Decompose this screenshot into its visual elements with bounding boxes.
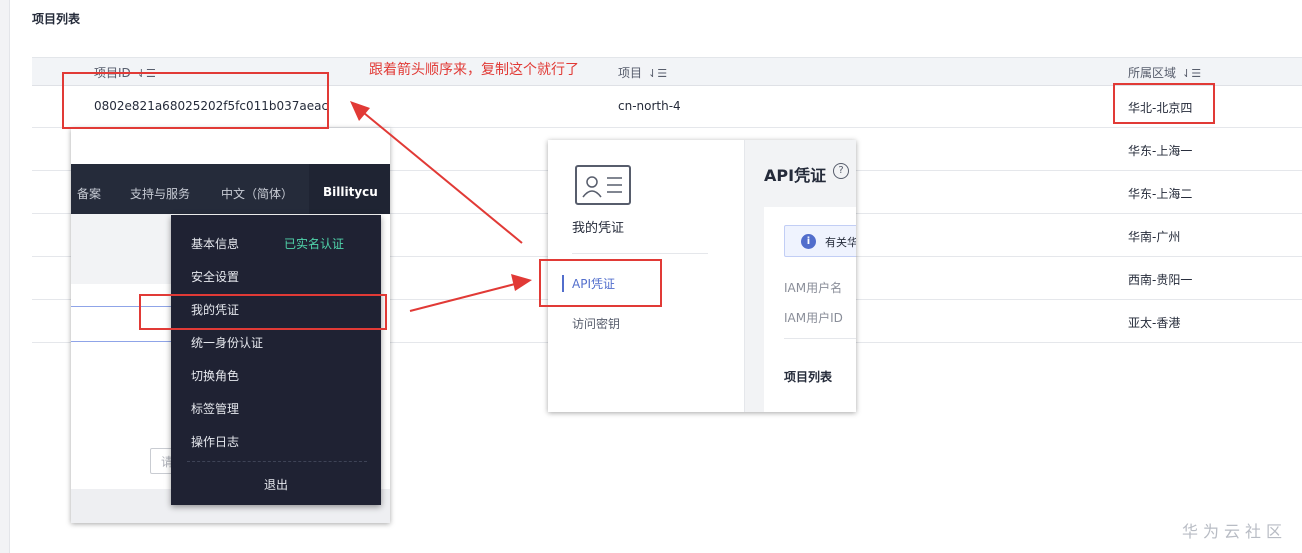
arrow-line [409, 283, 516, 312]
arrow-line [363, 112, 523, 244]
arrow-head [511, 274, 532, 291]
watermark: 华为云社区 [1182, 522, 1288, 541]
annotation-arrows [350, 101, 532, 312]
arrow-head [350, 101, 370, 121]
